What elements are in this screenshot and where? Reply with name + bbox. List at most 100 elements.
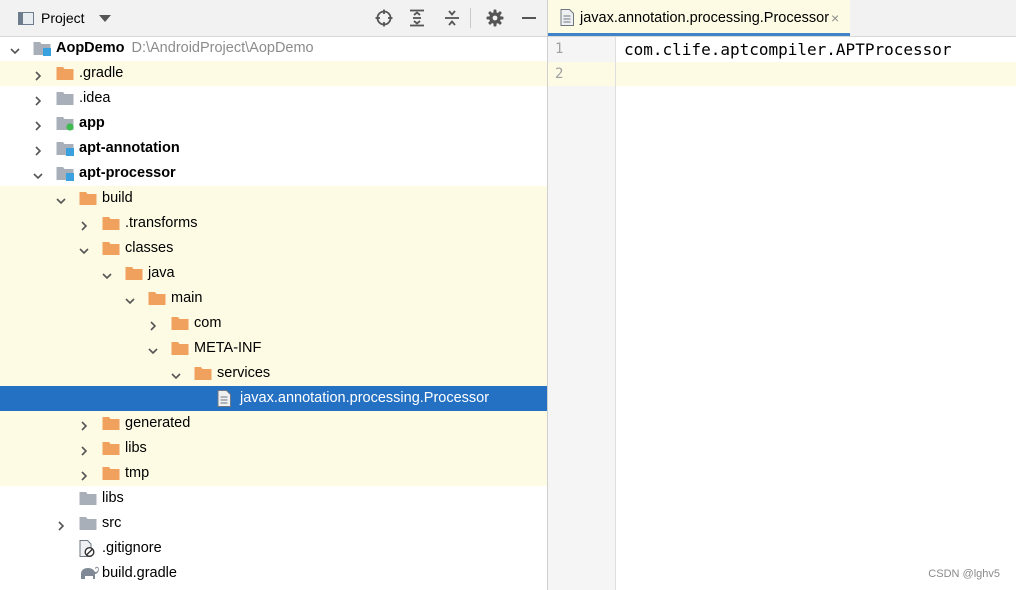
chevron-down-icon[interactable] [33,168,43,180]
tree-item-label: javax.annotation.processing.Processor [240,390,489,407]
gear-icon[interactable] [485,8,505,28]
tree-item-text: build.gradle [102,565,177,581]
chevron-down-icon[interactable] [125,293,135,305]
tree-item-transforms[interactable]: .transforms [0,211,547,236]
module-icon [56,140,74,156]
tree-item-label: libs [102,490,124,507]
tree-item-java[interactable]: java [0,261,547,286]
tree-item-text: AopDemo [56,40,125,56]
tree-item-build[interactable]: build [0,186,547,211]
chevron-down-icon[interactable] [171,368,181,380]
tree-item-label: generated [125,415,190,432]
tree-item-libs[interactable]: libs [0,486,547,511]
tree-item-src[interactable]: src [0,511,547,536]
chevron-down-icon[interactable] [148,343,158,355]
tree-item-text: app [79,115,105,131]
chevron-down-icon[interactable] [10,43,20,55]
chevron-right-icon[interactable] [79,218,89,231]
project-view-selector[interactable]: Project [18,8,111,28]
editor-tab[interactable]: javax.annotation.processing.Processor × [548,0,850,36]
project-window-icon [18,11,34,25]
tree-item-text: .gradle [79,65,124,81]
editor-gutter [548,37,616,590]
tree-item-text: apt-processor [79,165,176,181]
tree-item-text: tmp [125,465,150,481]
chevron-right-icon[interactable] [33,68,43,81]
text-file-icon [560,9,578,26]
module-icon [56,165,74,181]
tree-item-meta-inf[interactable]: META-INF [0,336,547,361]
chevron-down-icon[interactable] [56,193,66,205]
code-line[interactable]: com.clife.aptcompiler.APTProcessor [624,40,952,59]
tree-item-generated[interactable]: generated [0,411,547,436]
chevron-right-icon[interactable] [33,118,43,131]
tree-item-label: AopDemo D:\AndroidProject\AopDemo [56,40,314,57]
tree-item-label: src [102,515,121,532]
minimize-icon[interactable] [519,8,539,28]
folder-orange-icon [102,240,120,256]
tree-item-apt-annotation[interactable]: apt-annotation [0,136,547,161]
tree-item-label: libs [125,440,147,457]
tree-item-text: build [102,190,133,206]
tree-item-build-gradle[interactable]: build.gradle [0,561,547,586]
tree-item-javax-annotation-processing-processor[interactable]: javax.annotation.processing.Processor [0,386,547,411]
chevron-down-icon[interactable] [102,268,112,280]
crosshair-icon[interactable] [374,8,394,28]
chevron-right-icon[interactable] [79,418,89,431]
tree-item-label: com [194,315,221,332]
chevron-right-icon[interactable] [33,143,43,156]
tree-item-text: libs [102,490,124,506]
chevron-down-icon[interactable] [79,243,89,255]
folder-orange-icon [102,215,120,231]
tree-item-idea[interactable]: .idea [0,86,547,111]
tree-item-gitignore[interactable]: .gitignore [0,536,547,561]
line-number: 1 [555,41,564,57]
chevron-right-icon[interactable] [79,443,89,456]
tree-item-text: META-INF [194,340,262,356]
expand-all-icon[interactable] [407,8,427,28]
folder-orange-icon [102,415,120,431]
tree-item-text: javax.annotation.processing.Processor [240,390,490,406]
tree-item-label: classes [125,240,173,257]
tree-item-apt-processor[interactable]: apt-processor [0,161,547,186]
tree-item-text: src [102,515,122,531]
tree-item-label: main [171,290,202,307]
tree-item-text: libs [125,440,147,456]
close-icon[interactable]: × [831,11,839,25]
line-number: 2 [555,66,564,82]
project-path: D:\AndroidProject\AopDemo [131,40,314,56]
tree-item-text: services [217,365,271,381]
tree-item-aopdemo[interactable]: AopDemo D:\AndroidProject\AopDemo [0,36,547,61]
tree-item-label: apt-annotation [79,140,180,157]
collapse-all-icon[interactable] [442,8,462,28]
chevron-right-icon[interactable] [148,318,158,331]
chevron-right-icon[interactable] [56,518,66,531]
tree-item-services[interactable]: services [0,361,547,386]
chevron-right-icon[interactable] [33,93,43,106]
tree-item-app[interactable]: app [0,111,547,136]
tree-item-label: services [217,365,270,382]
tree-item-label: build [102,190,133,207]
folder-orange-icon [148,290,166,306]
project-title: Project [41,10,85,26]
tree-item-tmp[interactable]: tmp [0,461,547,486]
tree-item-text: com [194,315,222,331]
tab-label: javax.annotation.processing.Processor [580,10,830,26]
tree-item-text: .transforms [125,215,198,231]
tree-item-text: main [171,290,203,306]
chevron-right-icon[interactable] [79,468,89,481]
chevron-down-icon [98,14,111,22]
tree-item-gradle[interactable]: .gradle [0,61,547,86]
current-line-highlight [548,62,1016,86]
tree-item-text: .idea [79,90,111,106]
tree-item-libs[interactable]: libs [0,436,547,461]
tree-item-label: java [148,265,175,282]
folder-orange-icon [194,365,212,381]
folder-gray-icon [79,490,97,506]
module-app-icon [56,115,74,131]
tree-item-com[interactable]: com [0,311,547,336]
tree-item-main[interactable]: main [0,286,547,311]
text-file-icon [217,390,235,407]
tree-item-classes[interactable]: classes [0,236,547,261]
watermark: CSDN @lghv5 [928,568,1000,580]
